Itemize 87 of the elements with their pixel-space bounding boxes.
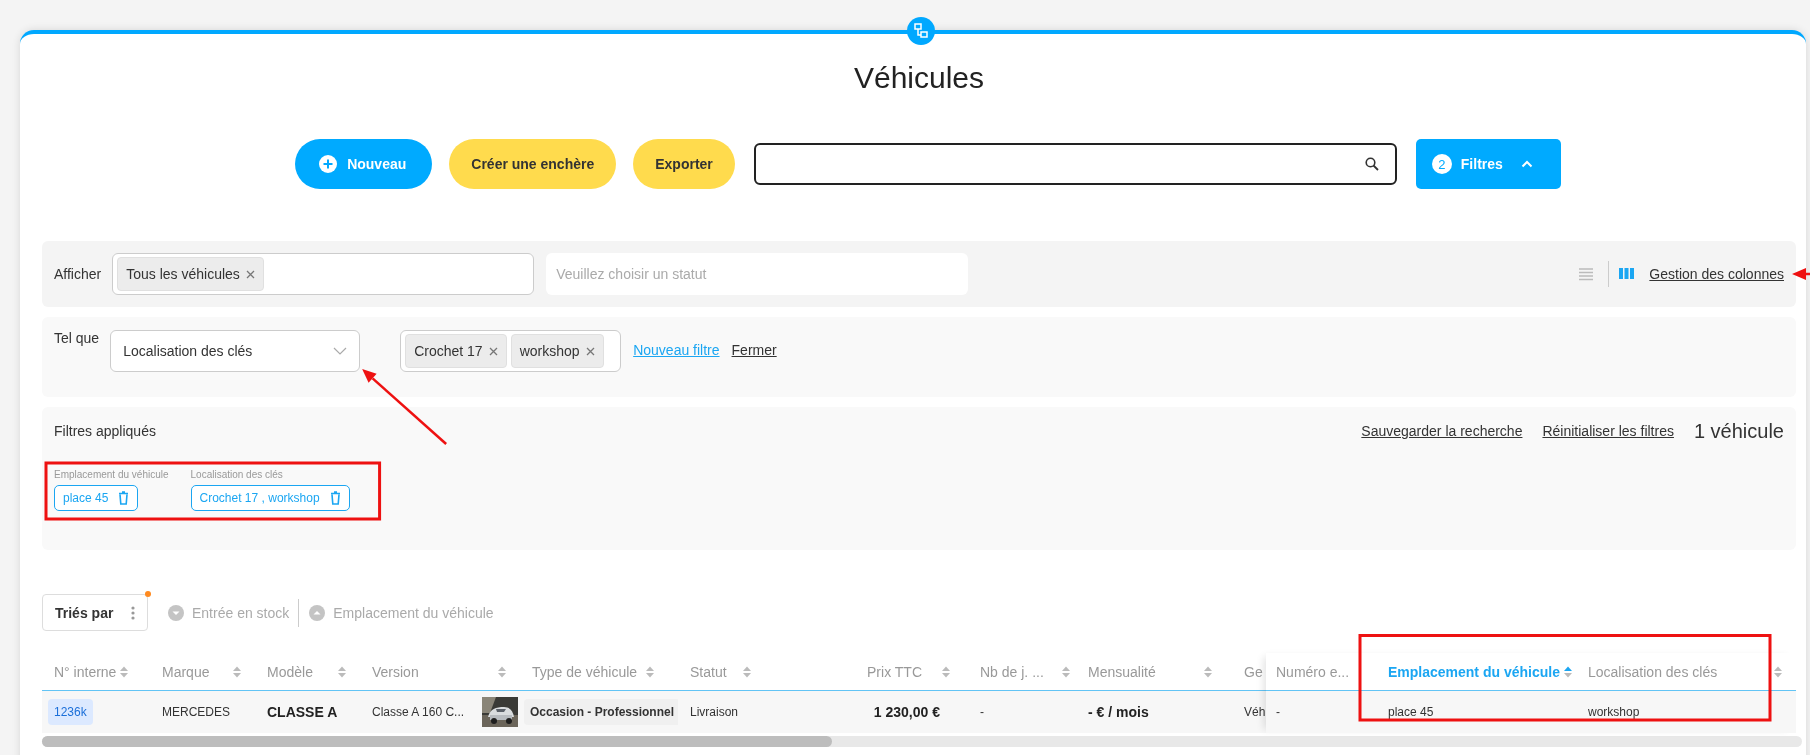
filters-button[interactable]: 2 Filtres bbox=[1415, 139, 1561, 189]
table-cell: Classe A 160 C... bbox=[372, 705, 465, 719]
column-header[interactable]: Ge bbox=[1234, 663, 1266, 680]
table-cell: - bbox=[980, 705, 984, 719]
column-header[interactable]: Nb de j. ... bbox=[968, 663, 1076, 680]
close-icon bbox=[585, 346, 595, 356]
sort-arrows-icon bbox=[338, 665, 346, 678]
applied-filter-chip[interactable]: Crochet 17 , workshop bbox=[190, 485, 350, 511]
sort-arrows-icon bbox=[1204, 665, 1212, 678]
column-management-link[interactable]: Gestion des colonnes bbox=[1649, 266, 1784, 282]
horizontal-scrollbar[interactable] bbox=[42, 736, 832, 747]
column-header[interactable]: N° interne bbox=[42, 663, 150, 680]
sort-arrows-icon bbox=[942, 665, 950, 678]
column-header[interactable]: Localisation des clés bbox=[1572, 663, 1794, 680]
filter-name: Localisation des clés bbox=[190, 469, 284, 480]
page-title: Véhicules bbox=[852, 60, 986, 96]
chevron-down-icon bbox=[333, 347, 348, 355]
filter-chip[interactable]: Tous les véhicules bbox=[117, 257, 264, 291]
sort-arrows-icon bbox=[743, 665, 751, 678]
table-cell: - bbox=[1276, 705, 1280, 719]
chip-label: Crochet 17 bbox=[414, 343, 483, 359]
table-cell: place 45 bbox=[1388, 705, 1434, 719]
section-title: Filtres appliqués bbox=[54, 423, 156, 439]
kebab-icon bbox=[131, 605, 135, 620]
trash-icon bbox=[329, 491, 341, 505]
sort-criterion[interactable]: Emplacement du véhicule bbox=[299, 604, 503, 621]
list-view-icon[interactable] bbox=[1578, 267, 1595, 281]
close-icon bbox=[488, 346, 498, 356]
trash-icon bbox=[118, 491, 130, 505]
sort-arrows-icon bbox=[1774, 665, 1782, 678]
chip-label: Tous les véhicules bbox=[126, 266, 240, 282]
sort-button-label: Triés par bbox=[55, 604, 114, 621]
table-cell: workshop bbox=[1588, 705, 1640, 719]
sort-arrows-icon bbox=[233, 665, 241, 678]
dropdown-value: Localisation des clés bbox=[123, 343, 253, 359]
chip-label: place 45 bbox=[63, 491, 109, 505]
value-chip[interactable]: Crochet 17 bbox=[405, 334, 507, 368]
vehicle-number-link[interactable]: 1236k bbox=[48, 699, 93, 725]
filter-action-link[interactable]: Sauvegarder la recherche bbox=[1361, 423, 1523, 439]
filter-name: Emplacement du véhicule bbox=[54, 469, 169, 480]
chip-label: Crochet 17 , workshop bbox=[199, 491, 320, 505]
applied-filter-chip[interactable]: place 45 bbox=[54, 485, 139, 511]
display-label: Afficher bbox=[54, 266, 102, 282]
chevron-up-icon bbox=[1520, 160, 1533, 168]
sort-criterion[interactable]: Entrée en stock bbox=[158, 604, 299, 621]
column-header[interactable]: Prix TTC bbox=[775, 663, 968, 680]
column-header[interactable]: Mensualité bbox=[1076, 663, 1234, 680]
close-link[interactable]: Fermer bbox=[731, 342, 777, 358]
vehicle-select-field[interactable]: Tous les véhicules bbox=[112, 253, 535, 295]
plus-icon bbox=[319, 155, 338, 173]
column-header[interactable]: Marque bbox=[150, 663, 255, 680]
table-cell: MERCEDES bbox=[162, 705, 230, 719]
search-icon bbox=[1364, 157, 1379, 171]
column-header[interactable]: Version bbox=[360, 663, 520, 680]
table-cell: Livraison bbox=[690, 705, 739, 719]
values-field[interactable]: Crochet 17 workshop bbox=[400, 330, 622, 372]
column-header[interactable]: Type de véhicule bbox=[520, 663, 678, 680]
value-chip[interactable]: workshop bbox=[510, 334, 604, 368]
result-count: 1 véhicule bbox=[1693, 419, 1784, 443]
table-cell: CLASSE A bbox=[267, 704, 338, 720]
sort-arrows-icon bbox=[646, 665, 654, 678]
sort-button[interactable]: Triés par bbox=[42, 594, 148, 631]
new-button[interactable]: Nouveau bbox=[295, 139, 433, 189]
action-button[interactable]: Créer une enchère bbox=[449, 139, 617, 189]
sort-arrows-icon bbox=[1062, 665, 1070, 678]
sort-arrows-icon bbox=[498, 665, 506, 678]
condition-label: Tel que bbox=[54, 330, 100, 346]
sort-arrows-icon bbox=[120, 665, 129, 678]
filter-count-badge: 2 bbox=[1431, 154, 1452, 174]
column-header[interactable]: Statut bbox=[678, 663, 775, 680]
column-header[interactable]: Emplacement du véhicule bbox=[1372, 663, 1572, 680]
action-button[interactable]: Exporter bbox=[633, 139, 735, 189]
table-cell: 1 230,00 € bbox=[873, 704, 940, 720]
search-field[interactable] bbox=[753, 143, 1397, 185]
filter-action-link[interactable]: Réinitialiser les filtres bbox=[1542, 423, 1674, 439]
filters-label: Filtres bbox=[1460, 156, 1503, 172]
criterion-dropdown[interactable]: Localisation des clés bbox=[110, 330, 361, 372]
vehicle-type-tag: Occasion - Professionnel bbox=[524, 699, 678, 725]
new-filter-link[interactable]: Nouveau filtre bbox=[633, 342, 720, 358]
status-field[interactable]: Veuillez choisir un statut bbox=[546, 253, 969, 295]
columns-view-icon[interactable] bbox=[1619, 267, 1636, 281]
chip-label: workshop bbox=[519, 343, 580, 359]
column-header[interactable]: Modèle bbox=[255, 663, 360, 680]
sort-arrows-icon bbox=[1563, 665, 1572, 678]
table-cell: - € / mois bbox=[1088, 704, 1149, 720]
close-icon bbox=[245, 269, 255, 279]
column-header[interactable]: Numéro e... bbox=[1266, 663, 1372, 680]
